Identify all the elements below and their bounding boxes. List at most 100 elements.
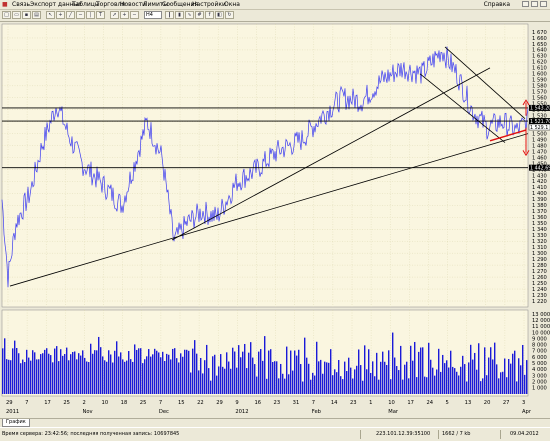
minimize-icon[interactable] [522,1,529,7]
volume-bar [460,366,462,394]
volume-bar [110,354,112,394]
menu-item-8[interactable]: Окна [224,1,240,8]
volume-bar [284,378,286,394]
candle-icon[interactable]: ▮ [175,11,184,19]
volume-bar [312,372,314,394]
volume-bar [472,359,474,394]
volume-bar [92,353,94,394]
menu-item-7[interactable]: Настройки [192,1,226,8]
volume-bar [168,354,170,394]
volume-bar [344,361,346,394]
volume-bar [212,356,214,394]
indicator-icon[interactable]: f [205,11,214,19]
date-tick-label: 10 [102,400,109,406]
zoomin-icon[interactable]: + [120,11,129,19]
volume-bar [244,343,246,394]
volume-bar [176,358,178,394]
volume-bar [194,340,196,394]
chart-area[interactable]: 1 670 1 660 1 650 1 640 1 630 1 620 1 610 1 600… [0,22,550,420]
volume-bar [80,355,82,394]
crosshair-icon[interactable]: + [56,11,65,19]
volume-bar [206,344,208,394]
arrow-icon[interactable]: ➚ [110,11,119,19]
print-icon[interactable]: ▤ [32,11,41,19]
volume-bar [370,372,372,394]
date-tick-label: 10 [388,400,395,406]
volume-bar [262,360,264,394]
date-month-label: 2011 [6,409,19,415]
volume-bar [352,378,354,394]
volume-bar [302,381,304,394]
volume-bar [378,379,380,394]
refresh-icon[interactable]: ↻ [225,11,234,19]
volume-bar [450,350,452,394]
volume-bar [62,355,64,394]
volume-bar [66,347,68,394]
volume-bar [8,359,10,394]
volume-bar [286,346,288,394]
volume-bar [100,347,102,394]
open-icon[interactable]: ▭ [12,11,21,19]
volume-tick-label: 10 000 [532,330,550,336]
volume-bar [448,367,450,394]
volume-bar [356,365,358,394]
volume-bar [114,350,116,394]
volume-bar [46,348,48,394]
volume-bar [154,348,156,394]
volume-bar [518,358,520,394]
close-icon[interactable] [540,1,547,7]
menu-item-help[interactable]: Справка [484,1,510,8]
volume-bar [126,360,128,394]
volume-bar [304,337,306,394]
maximize-icon[interactable] [531,1,538,7]
save-icon[interactable]: ▪ [22,11,31,19]
cursor-icon[interactable]: ↖ [46,11,55,19]
volume-bar [18,353,20,394]
volume-bar [124,361,126,394]
line-icon[interactable]: ╱ [66,11,75,19]
linechart-icon[interactable]: ∿ [185,11,194,19]
template-icon[interactable]: ◧ [215,11,224,19]
volume-bar [426,377,428,394]
volume-bar [376,352,378,394]
volume-bar [360,365,362,394]
chart-svg[interactable]: 1 6701 6601 6501 6401 6301 6201 6101 600… [0,22,550,420]
volume-tick-label: 6 000 [532,355,547,361]
volume-bar [486,375,488,394]
volume-bar [458,375,460,394]
volume-tick-label: 5 000 [532,361,547,367]
volume-bar [252,357,254,394]
vline-icon[interactable]: │ [86,11,95,19]
volume-bar [386,364,388,394]
zoomout-icon[interactable]: − [130,11,139,19]
menu-item-0[interactable]: Связь [12,1,30,8]
volume-bar [340,376,342,394]
volume-bar [498,378,500,394]
volume-bar [32,350,34,394]
date-tick-label: 5 [446,400,449,406]
volume-bar [406,361,408,394]
volume-bar [456,371,458,394]
volume-bar [248,352,250,394]
volume-bar [146,356,148,394]
bar-icon[interactable]: ┃ [165,11,174,19]
volume-bar [258,351,260,394]
hline-icon[interactable]: ─ [76,11,85,19]
volume-bar [510,363,512,394]
volume-bar [228,361,230,394]
volume-bar [382,351,384,394]
volume-bar [296,355,298,394]
status-separator [500,430,501,439]
timeframe-select[interactable]: H4 [144,11,162,19]
volume-bar [412,360,414,394]
volume-bar [380,361,382,394]
tab-chart[interactable]: График [2,419,30,427]
volume-bar [48,353,50,394]
volume-bar [90,343,92,394]
new-icon[interactable]: □ [2,11,11,19]
volume-bar [320,359,322,394]
volume-bar [106,361,108,394]
volume-bar [104,360,106,394]
grid-icon[interactable]: # [195,11,204,19]
text-icon[interactable]: T [96,11,105,19]
